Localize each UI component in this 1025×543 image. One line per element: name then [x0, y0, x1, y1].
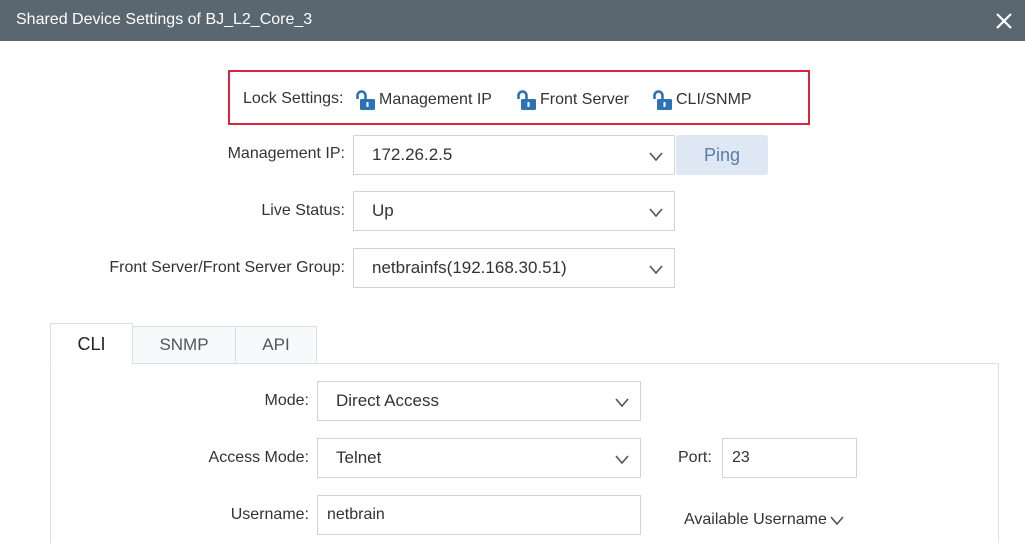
username-label: Username: — [230, 506, 309, 523]
port-label: Port: — [678, 449, 712, 466]
chevron-down-icon — [615, 398, 629, 408]
available-username-dropdown[interactable]: Available Username — [684, 511, 844, 529]
mode-select[interactable]: Direct Access — [317, 381, 641, 421]
live-status-value: Up — [372, 201, 394, 220]
username-input[interactable]: netbrain — [317, 495, 641, 535]
access-mode-value: Telnet — [336, 448, 382, 467]
live-status-label: Live Status: — [261, 202, 345, 219]
live-status-select[interactable]: Up — [353, 191, 675, 231]
chevron-down-icon — [649, 152, 663, 162]
dialog-titlebar: Shared Device Settings of BJ_L2_Core_3 — [0, 0, 1025, 41]
lock-cli-snmp-label: CLI/SNMP — [676, 91, 752, 108]
front-server-label: Front Server/Front Server Group: — [109, 259, 345, 276]
management-ip-label: Management IP: — [227, 145, 345, 162]
tab-cli[interactable]: CLI — [50, 323, 133, 365]
chevron-down-icon — [649, 208, 663, 218]
lock-front-server[interactable]: Front Server — [515, 89, 629, 111]
tab-api[interactable]: API — [235, 326, 317, 364]
mode-value: Direct Access — [336, 391, 439, 410]
front-server-select[interactable]: netbrainfs(192.168.30.51) — [353, 248, 675, 288]
access-mode-label: Access Mode: — [208, 449, 309, 466]
access-mode-select[interactable]: Telnet — [317, 438, 641, 478]
lock-management-ip[interactable]: Management IP — [354, 89, 492, 111]
unlock-icon — [356, 90, 375, 110]
dialog-title: Shared Device Settings of BJ_L2_Core_3 — [16, 11, 313, 28]
chevron-down-icon — [615, 455, 629, 465]
lock-settings-label: Lock Settings: — [243, 90, 344, 107]
port-input[interactable]: 23 — [722, 438, 857, 478]
lock-management-ip-label: Management IP — [379, 91, 492, 108]
mode-label: Mode: — [264, 392, 309, 409]
chevron-down-icon — [830, 516, 844, 526]
tab-snmp[interactable]: SNMP — [132, 326, 236, 364]
front-server-value: netbrainfs(192.168.30.51) — [372, 258, 567, 277]
available-username-label: Available Username — [684, 511, 827, 528]
lock-front-server-label: Front Server — [540, 91, 629, 108]
lock-settings-box: Lock Settings: Management IP Front Serve… — [228, 70, 810, 125]
management-ip-select[interactable]: 172.26.2.5 — [353, 135, 675, 175]
chevron-down-icon — [649, 265, 663, 275]
lock-cli-snmp[interactable]: CLI/SNMP — [651, 89, 752, 111]
unlock-icon — [653, 90, 672, 110]
management-ip-value: 172.26.2.5 — [372, 145, 453, 164]
close-icon[interactable] — [993, 10, 1015, 32]
username-value: netbrain — [327, 506, 385, 523]
port-value: 23 — [732, 449, 750, 466]
ping-button[interactable]: Ping — [676, 135, 768, 175]
unlock-icon — [517, 90, 536, 110]
